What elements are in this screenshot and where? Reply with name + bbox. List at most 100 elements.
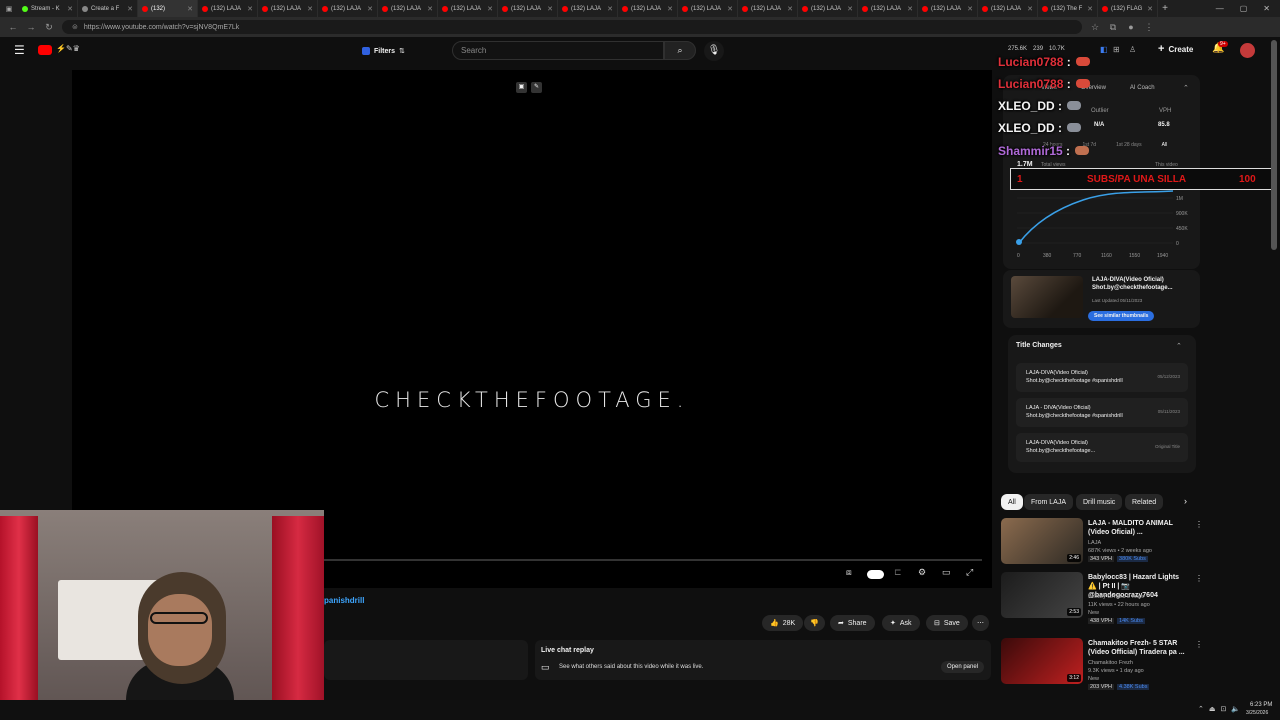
browser-tab[interactable]: (132) LAJA ✕	[678, 0, 738, 17]
recommended-video-thumbnail[interactable]: 3:12	[1001, 638, 1083, 684]
clock-time[interactable]: 6:23 PM	[1250, 702, 1272, 708]
hamburger-menu-icon[interactable]: ☰	[14, 43, 25, 57]
tab-close-icon[interactable]: ✕	[1087, 5, 1093, 13]
collapse-title-changes-icon[interactable]: ⌃	[1176, 342, 1182, 350]
filter-chip[interactable]: Related	[1125, 494, 1164, 510]
extension-icon-grid[interactable]: ⊞	[1113, 45, 1120, 54]
quality-icon[interactable]: ⧈	[846, 567, 852, 578]
browser-tab[interactable]: (132) The F ✕	[1038, 0, 1098, 17]
tab-close-icon[interactable]: ✕	[727, 5, 733, 13]
tab-close-icon[interactable]: ✕	[247, 5, 253, 13]
recommended-video-channel[interactable]: LAJA	[1088, 540, 1101, 546]
chips-next-icon[interactable]: ›	[1184, 496, 1187, 506]
extensions-icon[interactable]: ⧉	[1108, 22, 1118, 33]
browser-tab[interactable]: (132) LAJA ✕	[498, 0, 558, 17]
recommended-video[interactable]: 2:46 LAJA - MALDITO ANIMAL (Video Oficial…	[1001, 518, 1203, 574]
tab-close-icon[interactable]: ✕	[127, 5, 133, 13]
description-box[interactable]	[324, 640, 528, 680]
recommended-video-channel[interactable]: ShotBy OA and 2 more	[1088, 594, 1144, 600]
url-input[interactable]: ⊜ https://www.youtube.com/watch?v=sjNV8Q…	[62, 20, 1082, 34]
youtube-logo[interactable]	[38, 45, 52, 55]
dislike-button[interactable]: 👎	[804, 615, 825, 631]
collapse-chevron-icon[interactable]: ⌃	[1183, 84, 1189, 92]
tray-chevron-icon[interactable]: ⌃	[1198, 705, 1204, 713]
speaker-icon[interactable]: 🔈	[1231, 705, 1240, 713]
browser-tab[interactable]: (132) LAJA ✕	[378, 0, 438, 17]
page-scrollbar[interactable]	[1271, 40, 1277, 250]
save-button[interactable]: ⊟ Save	[926, 615, 968, 631]
extension-icon-blue[interactable]: ◧	[1100, 45, 1108, 54]
network-icon[interactable]: ⊡	[1221, 705, 1227, 713]
browser-tab[interactable]: (132) LAJA ✕	[318, 0, 378, 17]
share-button[interactable]: ➦ Share	[830, 615, 875, 631]
browser-tab[interactable]: Stream - K ✕	[18, 0, 78, 17]
recommended-video-thumbnail[interactable]: 2:53	[1001, 572, 1083, 618]
tab-close-icon[interactable]: ✕	[427, 5, 433, 13]
recommended-video-channel[interactable]: Chamakitoo Frezh	[1088, 660, 1133, 666]
new-tab-button[interactable]: +	[1158, 3, 1172, 14]
recommended-video-thumbnail[interactable]: 2:46	[1001, 518, 1083, 564]
browser-tab[interactable]: Create a F ✕	[78, 0, 138, 17]
open-panel-button[interactable]: Open panel	[941, 661, 985, 673]
like-button[interactable]: 👍 28K	[762, 615, 804, 631]
browser-tab[interactable]: (132) LAJA ✕	[738, 0, 798, 17]
voice-search-button[interactable]: 🎙	[704, 41, 724, 61]
create-button[interactable]: + Create	[1158, 43, 1193, 55]
search-button[interactable]: ⌕	[664, 41, 696, 60]
tab-close-icon[interactable]: ✕	[67, 5, 73, 13]
usb-icon[interactable]: ⏏	[1209, 705, 1216, 713]
tab-close-icon[interactable]: ✕	[787, 5, 793, 13]
browser-tab[interactable]: (132) LAJA ✕	[198, 0, 258, 17]
progress-bar[interactable]	[322, 559, 982, 561]
description-hashtag[interactable]: panishdrill	[324, 596, 364, 605]
browser-menu-icon[interactable]: ⋮	[1144, 22, 1154, 33]
autoplay-toggle[interactable]	[867, 570, 884, 579]
tab-close-icon[interactable]: ✕	[607, 5, 613, 13]
browser-tab[interactable]: (132) LAJA ✕	[858, 0, 918, 17]
tab-ai-coach[interactable]: AI Coach	[1130, 85, 1155, 91]
video-menu-icon[interactable]: ⋮	[1195, 640, 1203, 649]
tab-close-icon[interactable]: ✕	[967, 5, 973, 13]
browser-tab[interactable]: (132) LAJA ✕	[978, 0, 1038, 17]
browser-tab[interactable]: (132) LAJA ✕	[618, 0, 678, 17]
avatar[interactable]	[1240, 43, 1255, 58]
filter-chip[interactable]: From LAJA	[1024, 494, 1074, 510]
tab-close-icon[interactable]: ✕	[307, 5, 313, 13]
tab-close-icon[interactable]: ✕	[1027, 5, 1033, 13]
see-similar-thumbnails-button[interactable]: See similar thumbnails	[1088, 311, 1155, 321]
tab-close-icon[interactable]: ✕	[187, 5, 193, 13]
fullscreen-icon[interactable]: ⤢	[966, 567, 973, 578]
more-actions-button[interactable]: ⋯	[972, 615, 989, 631]
browser-tab[interactable]: (132) FLAG ✕	[1098, 0, 1158, 17]
site-info-icon[interactable]: ⊜	[72, 23, 78, 31]
reload-icon[interactable]: ↻	[44, 22, 54, 33]
browser-tab[interactable]: (132) LAJA ✕	[258, 0, 318, 17]
back-icon[interactable]: ←	[8, 22, 18, 32]
window-menu-icon[interactable]: ▣	[0, 0, 18, 17]
close-window-button[interactable]: ✕	[1263, 4, 1270, 13]
tab-close-icon[interactable]: ✕	[667, 5, 673, 13]
tab-close-icon[interactable]: ✕	[847, 5, 853, 13]
video-menu-icon[interactable]: ⋮	[1195, 520, 1203, 529]
recommended-video[interactable]: 2:53 Babylocc83 | Hazard Lights ⚠️ | Pt I…	[1001, 572, 1203, 628]
extension-icon-pin[interactable]: ♙	[1129, 45, 1136, 54]
forward-icon[interactable]: →	[26, 22, 36, 32]
tab-close-icon[interactable]: ✕	[907, 5, 913, 13]
filter-chip[interactable]: Drill music	[1076, 494, 1123, 510]
ask-button[interactable]: ✦ Ask	[882, 615, 920, 631]
tab-close-icon[interactable]: ✕	[367, 5, 373, 13]
tab-close-icon[interactable]: ✕	[547, 5, 553, 13]
filter-chip[interactable]: All	[1001, 494, 1023, 510]
tab-close-icon[interactable]: ✕	[487, 5, 493, 13]
clock-date[interactable]: 3/25/2026	[1246, 710, 1268, 716]
notes-icon[interactable]: ✎	[531, 82, 542, 93]
search-input[interactable]: Search	[452, 41, 664, 60]
browser-tab[interactable]: (132) ✕	[138, 0, 198, 17]
restore-button[interactable]: ▢	[1240, 4, 1248, 13]
tab-close-icon[interactable]: ✕	[1147, 5, 1153, 13]
settings-gear-icon[interactable]: ⚙	[918, 567, 926, 578]
bookmark-star-icon[interactable]: ☆	[1090, 22, 1100, 33]
recommended-video[interactable]: 3:12 Chamakitoo Frezh- 5 STAR (Video Offi…	[1001, 638, 1203, 694]
miniplayer-icon[interactable]: ▭	[942, 567, 951, 578]
subtitles-icon[interactable]: ⊏	[894, 567, 902, 578]
